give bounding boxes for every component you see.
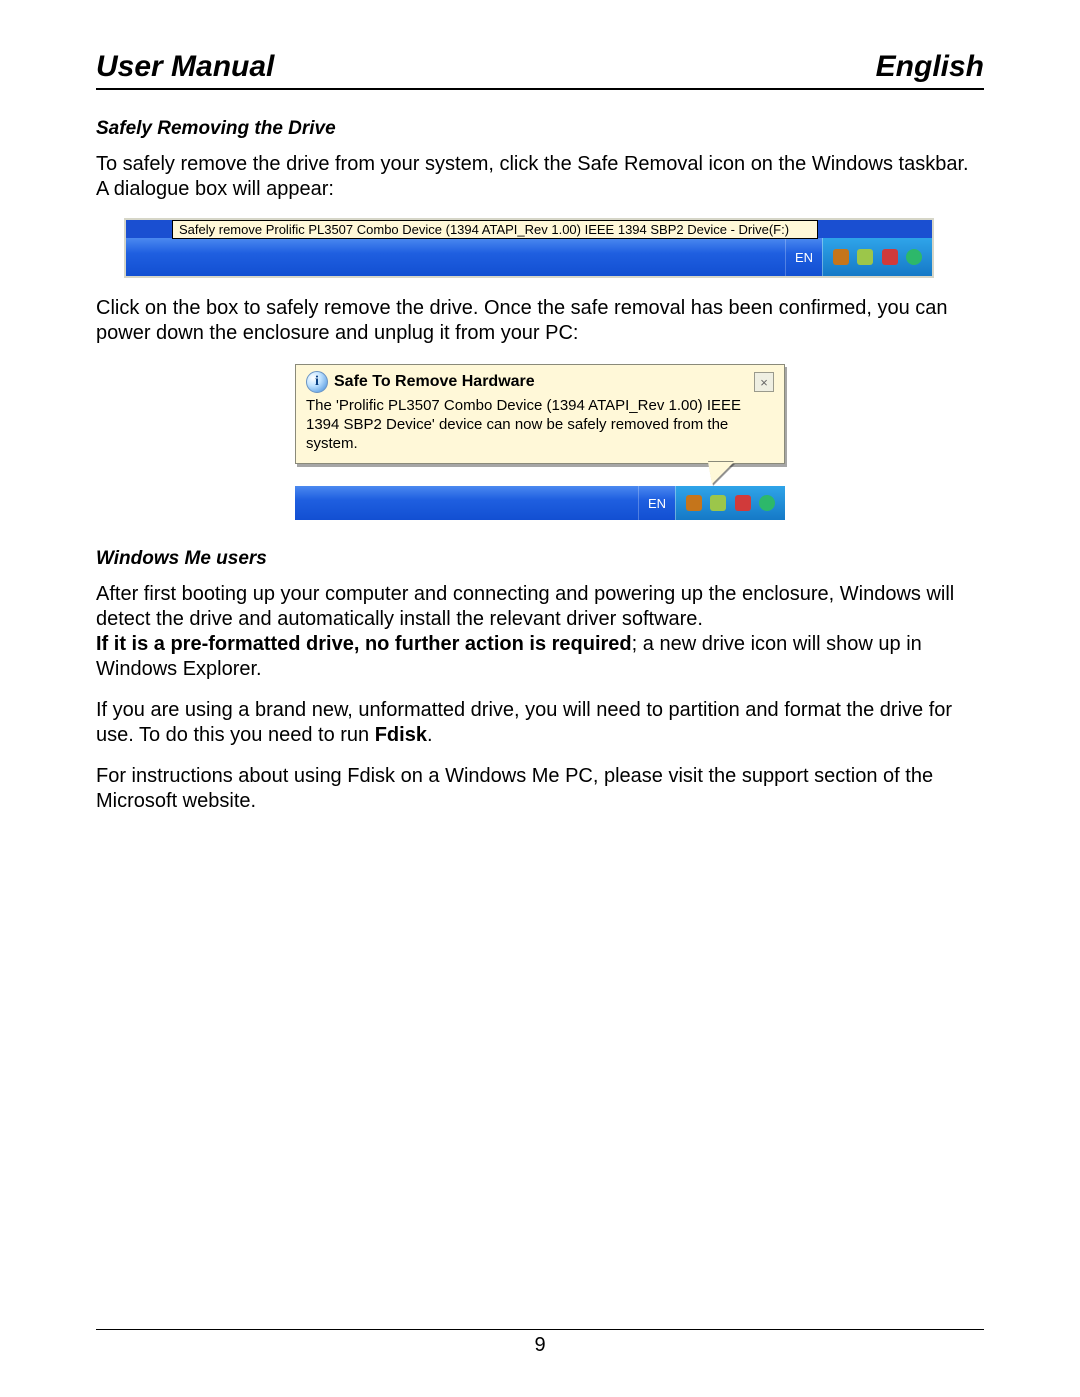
paragraph: To safely remove the drive from your sys… (96, 152, 984, 202)
paragraph: If you are using a brand new, unformatte… (96, 698, 984, 748)
section-title-safely-removing: Safely Removing the Drive (96, 118, 984, 140)
header-title-right: English (876, 50, 984, 84)
taskbar-spacer (126, 238, 785, 276)
info-icon: i (306, 371, 328, 393)
header-title-left: User Manual (96, 50, 274, 84)
paragraph: For instructions about using Fdisk on a … (96, 764, 984, 814)
system-tray (822, 238, 932, 276)
safe-removal-tooltip[interactable]: Safely remove Prolific PL3507 Combo Devi… (172, 220, 818, 239)
page-footer: 9 (96, 1329, 984, 1357)
language-indicator[interactable]: EN (785, 238, 822, 276)
tray-icon[interactable] (906, 249, 922, 265)
paragraph-text: If you are using a brand new, unformatte… (96, 699, 952, 746)
balloon-tail (708, 462, 734, 484)
page-number: 9 (534, 1334, 545, 1356)
paragraph-text: . (427, 724, 433, 746)
taskbar-spacer (295, 486, 638, 520)
paragraph-text: After first booting up your computer and… (96, 583, 954, 630)
system-tray (675, 486, 785, 520)
page: User Manual English Safely Removing the … (0, 0, 1080, 1397)
tray-icon[interactable] (759, 495, 775, 511)
paragraph-bold: Fdisk (375, 724, 427, 746)
paragraph: Click on the box to safely remove the dr… (96, 296, 984, 346)
page-header: User Manual English (96, 50, 984, 90)
section-title-windows-me: Windows Me users (96, 548, 984, 570)
screenshot-safe-removal-tooltip: Safely remove Prolific PL3507 Combo Devi… (124, 218, 934, 278)
tray-icon[interactable] (710, 495, 726, 511)
safe-removal-icon[interactable] (882, 249, 898, 265)
paragraph-bold: If it is a pre-formatted drive, no furth… (96, 633, 632, 655)
tray-icon[interactable] (833, 249, 849, 265)
tray-icon[interactable] (686, 495, 702, 511)
tray-icon[interactable] (857, 249, 873, 265)
balloon-title: Safe To Remove Hardware (334, 373, 748, 391)
safe-removal-icon[interactable] (735, 495, 751, 511)
paragraph: After first booting up your computer and… (96, 582, 984, 682)
notification-balloon: i Safe To Remove Hardware × The 'Prolifi… (295, 364, 785, 464)
windows-taskbar: EN (126, 238, 932, 276)
windows-taskbar: EN (295, 486, 785, 520)
balloon-body-text: The 'Prolific PL3507 Combo Device (1394 … (306, 397, 774, 453)
close-icon[interactable]: × (754, 372, 774, 392)
screenshot-safe-to-remove-balloon: i Safe To Remove Hardware × The 'Prolifi… (96, 364, 984, 520)
language-indicator[interactable]: EN (638, 486, 675, 520)
